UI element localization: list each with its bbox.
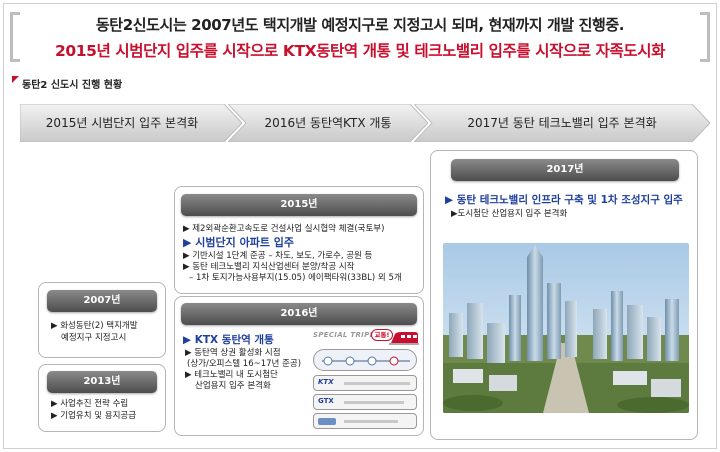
box-2013-line-2: ▶ 기업유치 및 용지공급 bbox=[51, 411, 137, 421]
box-2015-line-3: ▶ 동탄 테크노밸리 지식산업센터 분양/착공 시작 bbox=[183, 262, 355, 272]
year-pill-2017: 2017년 bbox=[451, 159, 679, 181]
train-icon bbox=[389, 332, 419, 345]
year-pill-2013: 2013년 bbox=[47, 371, 157, 393]
box-2016-line-3: ▶ 테크노밸리 내 도시첨단 bbox=[185, 370, 278, 380]
year-pill-2016: 2016년 bbox=[181, 303, 417, 325]
ktx-infographic: SPECIAL TRIPLE 교통! KTX GTX bbox=[311, 329, 419, 431]
box-2013-line-1: ▶ 사업추진 전략 수립 bbox=[51, 399, 129, 409]
triangle-marker-icon bbox=[12, 76, 19, 83]
timeline-step-1: 2015년 시범단지 입주 본격화 bbox=[20, 104, 242, 142]
box-2015-line-4: – 1차 토지가능사용부지(15.05) 에이팩타워(33BL) 외 5개 bbox=[189, 273, 402, 283]
box-2016-line-1: ▶ 동탄역 상권 활성화 시점 bbox=[185, 348, 281, 358]
section-subtitle: 동탄2 신도시 진행 현황 bbox=[22, 80, 123, 91]
box-2016-line-2: (상가/오피스텔 16~17년 준공) bbox=[187, 359, 302, 369]
timeline-step-2-label: 2016년 동탄역KTX 개통 bbox=[264, 116, 392, 130]
timeline-step-3: 2017년 동탄 테크노밸리 입주 본격화 bbox=[414, 104, 710, 142]
box-2015-line-1: ▶ 제2외곽순환고속도로 건설사업 실시협약 체결(국토부) bbox=[183, 224, 385, 234]
box-2016: 2016년 ▶ KTX 동탄역 개통 ▶ 동탄역 상권 활성화 시점 (상가/오… bbox=[174, 296, 424, 436]
box-2016-highlight: ▶ KTX 동탄역 개통 bbox=[183, 334, 274, 346]
box-2007: 2007년 ▶ 화성동탄(2) 택지개발 예정지구 지정고시 bbox=[38, 282, 166, 358]
special-triple-label: SPECIAL TRIPLE bbox=[313, 331, 380, 339]
route-map bbox=[313, 349, 417, 371]
timeline-step-3-label: 2017년 동탄 테크노밸리 입주 본격화 bbox=[467, 116, 657, 130]
box-2015: 2015년 ▶ 제2외곽순환고속도로 건설사업 실시협약 체결(국토부) ▶ 시… bbox=[174, 186, 424, 294]
timeline-step-1-label: 2015년 시범단지 입주 본격화 bbox=[45, 116, 199, 130]
box-2007-line-1: ▶ 화성동탄(2) 택지개발 bbox=[51, 321, 138, 331]
transit-row bbox=[313, 413, 417, 429]
gtx-row: GTX bbox=[313, 394, 417, 410]
box-2015-line-2: ▶ 기반시설 1단계 준공 – 차도, 보도, 가로수, 공원 등 bbox=[183, 251, 373, 261]
header: 동탄2신도시는 2007년도 택지개발 예정지구로 지정고시 되며, 현재까지 … bbox=[10, 8, 710, 64]
box-2013: 2013년 ▶ 사업추진 전략 수립 ▶ 기업유치 및 용지공급 bbox=[38, 364, 166, 432]
header-line-1: 동탄2신도시는 2007년도 택지개발 예정지구로 지정고시 되며, 현재까지 … bbox=[95, 16, 625, 34]
ktx-row: KTX bbox=[313, 375, 417, 391]
header-line-2: 2015년 시범단지 입주를 시작으로 KTX동탄역 개통 및 테크노밸리 입주… bbox=[55, 42, 665, 60]
box-2015-highlight: ▶ 시범단지 아파트 입주 bbox=[183, 236, 295, 249]
box-2007-line-2: 예정지구 지정고시 bbox=[61, 333, 127, 343]
timeline-step-2: 2016년 동탄역KTX 개통 bbox=[228, 104, 428, 142]
year-pill-2015: 2015년 bbox=[181, 194, 417, 216]
box-2017: 2017년 ▶ 동탄 테크노밸리 인프라 구축 및 1차 조성지구 입주 ▶도시… bbox=[430, 150, 698, 440]
box-2017-highlight: ▶ 동탄 테크노밸리 인프라 구축 및 1차 조성지구 입주 bbox=[445, 194, 683, 206]
city-rendering-image bbox=[443, 243, 689, 413]
year-pill-2007: 2007년 bbox=[47, 290, 157, 312]
box-2016-line-4: 산업용지 입주 본격화 bbox=[195, 381, 271, 391]
box-2017-line-1: ▶도시첨단 산업용지 입주 본격화 bbox=[451, 209, 568, 219]
timeline: 2015년 시범단지 입주 본격화 2016년 동탄역KTX 개통 2017년 … bbox=[20, 104, 710, 142]
